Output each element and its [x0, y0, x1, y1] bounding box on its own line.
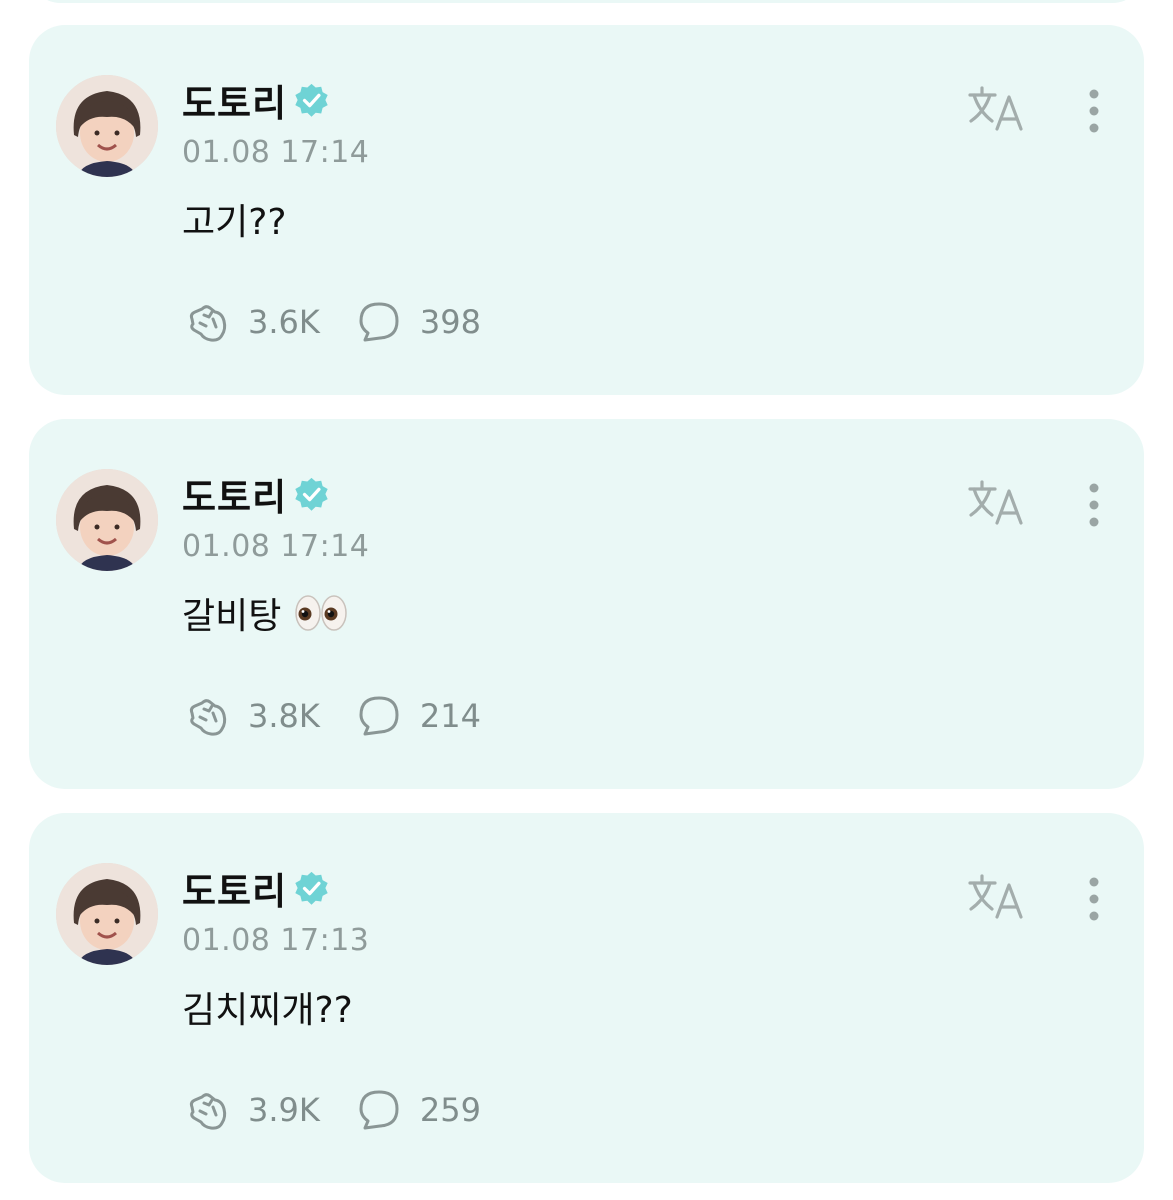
comment-button[interactable]: 398	[354, 297, 481, 347]
translate-button[interactable]	[967, 477, 1029, 533]
author-row: 도토리	[182, 77, 330, 125]
post-card[interactable]: 도토리 01.08 17:14 고기?? 3.6K 398	[29, 25, 1144, 395]
more-options-button[interactable]	[1081, 875, 1107, 925]
author-name[interactable]: 도토리	[182, 73, 287, 127]
like-count: 3.6K	[248, 303, 320, 341]
translate-icon	[967, 480, 1029, 537]
previous-post-card	[29, 0, 1144, 3]
translate-button[interactable]	[967, 871, 1029, 927]
verified-badge-icon	[293, 476, 330, 513]
author-name[interactable]: 도토리	[182, 467, 287, 521]
post-text-content: 갈비탕	[182, 596, 282, 637]
post-card[interactable]: 도토리 01.08 17:13 김치찌개?? 3.9K 259	[29, 813, 1144, 1183]
more-vertical-icon	[1081, 877, 1107, 929]
post-timestamp: 01.08 17:14	[182, 135, 370, 170]
more-vertical-icon	[1081, 483, 1107, 535]
like-hand-icon	[182, 1085, 232, 1135]
like-count: 3.9K	[248, 1091, 320, 1129]
post-text: 고기??	[182, 193, 286, 245]
like-hand-icon	[182, 297, 232, 347]
like-button[interactable]: 3.6K	[182, 297, 320, 347]
post-text-content: 김치찌개??	[182, 990, 353, 1031]
post-text: 갈비탕	[182, 587, 349, 639]
like-button[interactable]: 3.9K	[182, 1085, 320, 1135]
more-vertical-icon	[1081, 89, 1107, 141]
post-stats: 3.6K 398	[182, 297, 481, 347]
more-options-button[interactable]	[1081, 87, 1107, 137]
verified-badge-icon	[293, 82, 330, 119]
post-timestamp: 01.08 17:13	[182, 923, 370, 958]
avatar[interactable]	[56, 863, 158, 965]
post-text: 김치찌개??	[182, 981, 353, 1033]
comment-bubble-icon	[354, 1085, 404, 1135]
comment-bubble-icon	[354, 691, 404, 741]
translate-button[interactable]	[967, 83, 1029, 139]
like-hand-icon	[182, 691, 232, 741]
comment-count: 398	[419, 303, 481, 341]
avatar[interactable]	[56, 469, 158, 571]
comment-count: 214	[419, 697, 481, 735]
post-text-content: 고기??	[182, 202, 287, 243]
post-stats: 3.9K 259	[182, 1085, 481, 1135]
author-row: 도토리	[182, 471, 330, 519]
like-button[interactable]: 3.8K	[182, 691, 320, 741]
comment-count: 259	[419, 1091, 481, 1129]
translate-icon	[967, 874, 1029, 931]
post-timestamp: 01.08 17:14	[182, 529, 370, 564]
author-row: 도토리	[182, 865, 330, 913]
translate-icon	[967, 86, 1029, 143]
author-name[interactable]: 도토리	[182, 861, 287, 915]
post-card[interactable]: 도토리 01.08 17:14 갈비탕 3.8K 214	[29, 419, 1144, 789]
comment-button[interactable]: 214	[354, 691, 481, 741]
like-count: 3.8K	[248, 697, 320, 735]
post-stats: 3.8K 214	[182, 691, 481, 741]
comment-bubble-icon	[354, 297, 404, 347]
eyes-emoji-icon	[293, 593, 349, 633]
verified-badge-icon	[293, 870, 330, 907]
comment-button[interactable]: 259	[354, 1085, 481, 1135]
avatar[interactable]	[56, 75, 158, 177]
more-options-button[interactable]	[1081, 481, 1107, 531]
